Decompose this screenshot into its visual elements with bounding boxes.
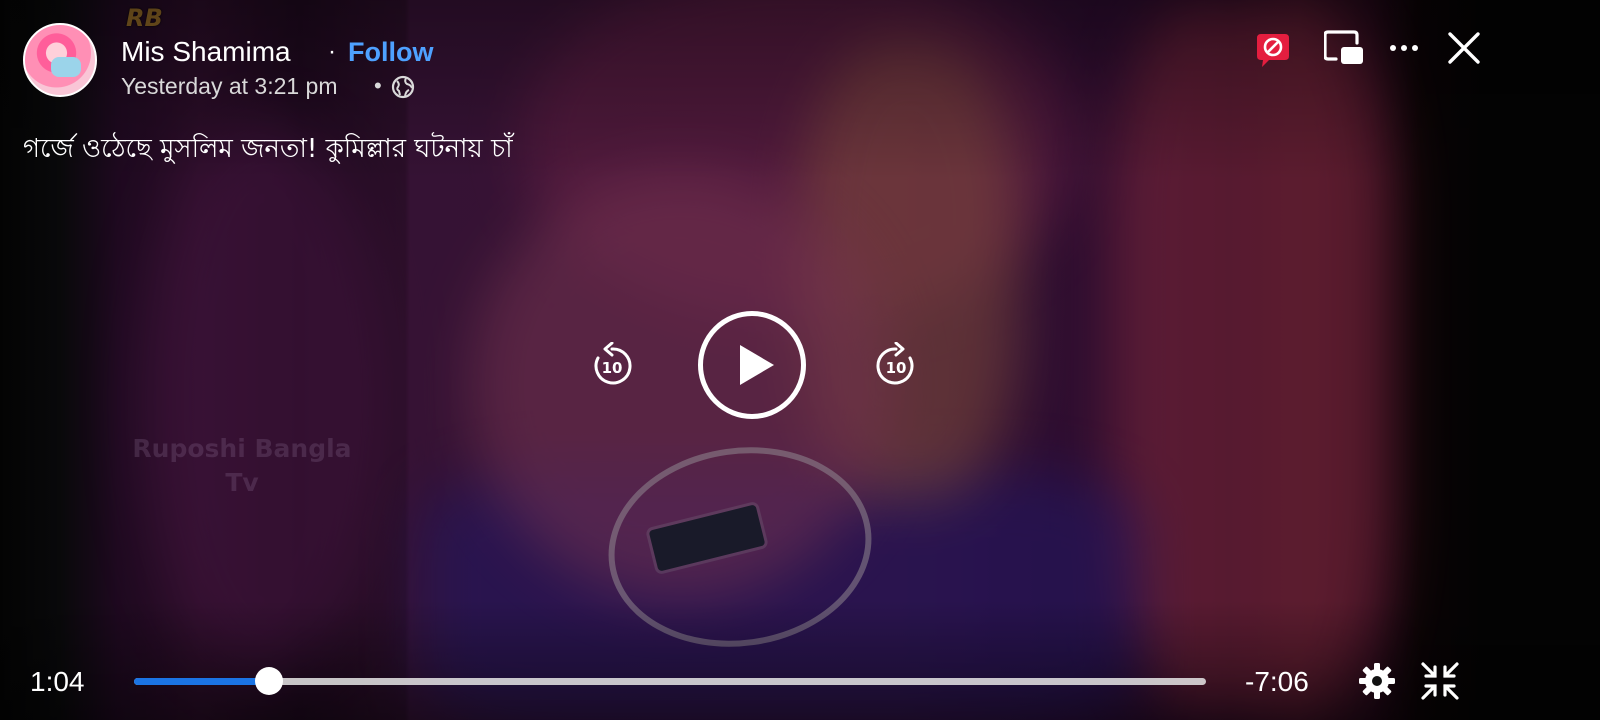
name-separator: · xyxy=(328,38,336,65)
globe-icon xyxy=(391,75,415,99)
follow-button[interactable]: Follow xyxy=(348,34,433,70)
video-player[interactable]: Ruposhi Bangla Tv RB Mis Shamima · Follo… xyxy=(0,0,1600,720)
timestamp-separator: • xyxy=(374,73,382,98)
play-button[interactable] xyxy=(698,311,806,419)
avatar-image-detail xyxy=(51,57,81,77)
more-options-icon[interactable] xyxy=(1388,36,1420,60)
bottom-gradient xyxy=(0,600,1600,720)
author-avatar[interactable] xyxy=(23,23,97,97)
exit-fullscreen-icon[interactable] xyxy=(1420,661,1460,701)
seek-progress xyxy=(134,678,270,685)
forward-seconds-label: 10 xyxy=(886,359,907,377)
seek-bar[interactable] xyxy=(134,667,1206,695)
settings-gear-icon[interactable] xyxy=(1358,662,1396,700)
seek-handle[interactable] xyxy=(255,667,284,695)
reactions-off-icon[interactable] xyxy=(1253,30,1293,70)
post-caption[interactable]: গর্জে ওঠেছে মুসলিম জনতা! কুমিল্লার ঘটনায… xyxy=(23,132,513,166)
elapsed-time: 1:04 xyxy=(30,666,85,697)
post-timestamp[interactable]: Yesterday at 3:21 pm xyxy=(121,71,338,101)
forward-10-button[interactable]: 10 xyxy=(872,342,920,390)
rewind-seconds-label: 10 xyxy=(602,359,623,377)
author-name[interactable]: Mis Shamima xyxy=(121,34,291,70)
rewind-10-button[interactable]: 10 xyxy=(588,342,636,390)
play-icon xyxy=(740,345,774,385)
picture-in-picture-icon[interactable] xyxy=(1324,28,1366,68)
close-icon[interactable] xyxy=(1446,30,1482,66)
remaining-time: -7:06 xyxy=(1245,666,1309,697)
